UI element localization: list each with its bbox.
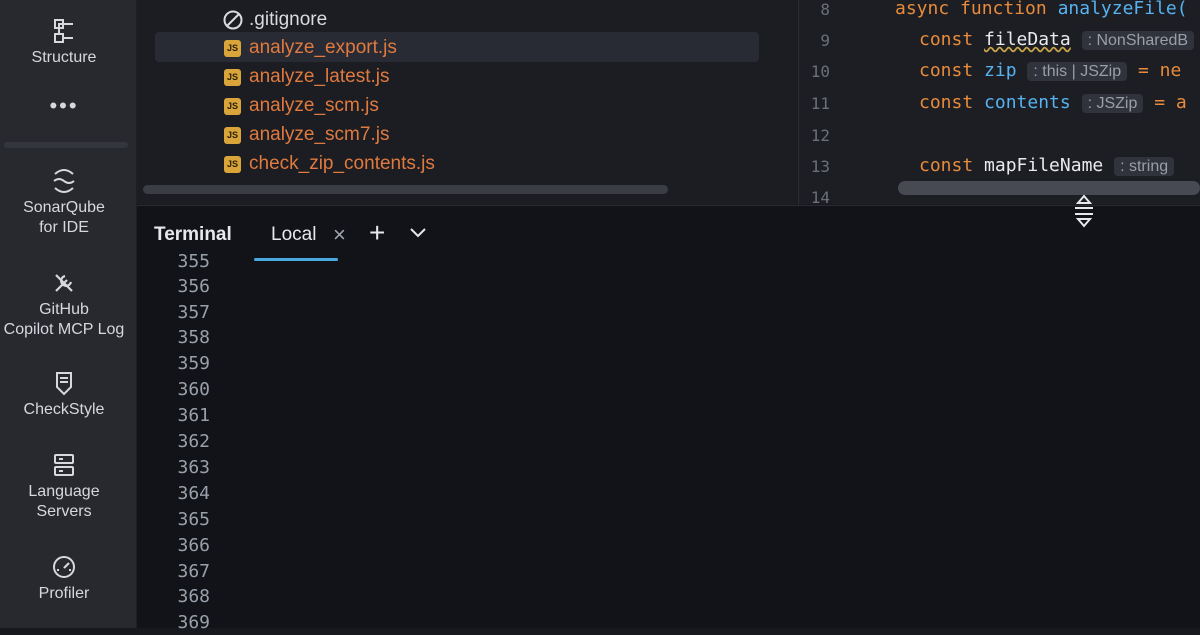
more-icon: ••• [49, 93, 79, 118]
sidebar-divider [4, 142, 128, 148]
code-variable: contents [984, 92, 1071, 113]
editor-line-number: 11 [810, 94, 830, 113]
terminal-line-number: 367 [177, 561, 210, 582]
file-analyze-export[interactable]: analyze_export.js [249, 36, 397, 60]
active-tab-indicator [254, 258, 338, 261]
editor-code-line[interactable]: const zip : this | JSZip = ne [919, 60, 1181, 83]
servers-icon [54, 454, 74, 476]
sonarqube-icon [53, 169, 75, 193]
js-file-icon: JS [224, 40, 241, 57]
checkstyle-icon [56, 372, 72, 396]
sidebar-item-label: SonarQube [23, 199, 105, 216]
editor-code-line[interactable]: async function analyzeFile( [895, 0, 1188, 20]
add-tab-icon[interactable]: + [369, 217, 385, 249]
sidebar-item-more[interactable]: ••• [0, 93, 128, 118]
sidebar-item-sonarqube[interactable]: SonarQube for IDE [0, 168, 128, 238]
sidebar-item-label: Servers [36, 503, 92, 520]
structure-icon [54, 19, 73, 43]
sidebar-item-checkstyle[interactable]: CheckStyle [0, 370, 128, 420]
editor-line-number: 9 [820, 31, 830, 50]
code-keyword: const [919, 60, 985, 81]
editor-scrollbar[interactable] [898, 181, 1200, 195]
close-tab-icon[interactable]: × [333, 222, 346, 248]
editor-code-line[interactable]: const contents : JSZip = a [919, 92, 1187, 115]
chevron-down-icon[interactable] [409, 227, 427, 239]
js-file-icon: JS [224, 69, 241, 86]
js-file-icon: JS [224, 127, 241, 144]
terminal-line-number: 356 [177, 276, 210, 297]
sidebar-item-structure[interactable]: Structure [0, 18, 128, 68]
code-rest: = a [1143, 92, 1187, 113]
terminal-line-number: 360 [177, 379, 210, 400]
code-variable: fileData [984, 29, 1071, 50]
sidebar-item-label: Profiler [38, 585, 90, 602]
terminal-line-number: 361 [177, 405, 210, 426]
sidebar-item-label: Copilot MCP Log [3, 321, 125, 338]
file-analyze-scm7[interactable]: analyze_scm7.js [249, 123, 389, 147]
code-function: analyzeFile( [1057, 0, 1188, 19]
terminal-line-number: 357 [177, 302, 210, 323]
code-variable: zip [984, 60, 1017, 81]
terminal-title: Terminal [154, 224, 232, 245]
code-keyword: async function [895, 0, 1058, 19]
terminal-line-number: 358 [177, 327, 210, 348]
editor-line-number: 10 [810, 62, 830, 81]
sidebar-item-label: CheckStyle [23, 401, 105, 418]
file-analyze-scm[interactable]: analyze_scm.js [249, 94, 379, 118]
file-gitignore[interactable]: .gitignore [249, 8, 327, 32]
sidebar-item-label: for IDE [39, 219, 89, 236]
code-rest: = ne [1127, 60, 1182, 81]
terminal-line-number: 364 [177, 483, 210, 504]
editor-code-line[interactable]: const mapFileName : string [919, 155, 1175, 178]
file-tree-scrollbar[interactable] [143, 185, 668, 194]
file-check-zip-contents[interactable]: check_zip_contents.js [249, 152, 435, 176]
sidebar-item-label: GitHub [39, 301, 89, 318]
tools-icon [55, 274, 73, 292]
code-keyword: const [919, 29, 985, 50]
resize-handle-icon[interactable] [1072, 193, 1096, 229]
editor-code-line[interactable]: const fileData : NonSharedB [919, 29, 1195, 52]
terminal-line-number: 365 [177, 509, 210, 530]
terminal-line-number: 355 [177, 251, 210, 272]
sidebar-item-copilot-mcp-log[interactable]: GitHub Copilot MCP Log [0, 270, 128, 340]
sidebar-item-label: Language [28, 483, 100, 500]
type-hint: : this | JSZip [1027, 62, 1128, 81]
sidebar-item-label: Structure [31, 49, 97, 66]
code-keyword: const [919, 92, 985, 113]
profiler-icon [53, 556, 75, 578]
selected-file-highlight [155, 32, 759, 62]
type-hint: : JSZip [1081, 94, 1144, 113]
sidebar-item-language-servers[interactable]: Language Servers [0, 452, 128, 522]
terminal-line-number: 369 [177, 612, 210, 633]
terminal-line-number: 359 [177, 353, 210, 374]
terminal-line-number: 368 [177, 586, 210, 607]
js-file-icon: JS [224, 98, 241, 115]
js-file-icon: JS [224, 156, 241, 173]
terminal-line-number: 366 [177, 535, 210, 556]
type-hint: : NonSharedB [1081, 31, 1195, 50]
terminal-line-number: 362 [177, 431, 210, 452]
code-keyword: const [919, 155, 985, 176]
gitignore-icon [223, 10, 243, 30]
editor-line-number: 13 [810, 157, 830, 176]
tool-window-sidebar: Structure ••• SonarQube for IDE GitHub C… [0, 0, 137, 628]
tab-local[interactable]: Local [271, 224, 316, 246]
terminal-line-number: 363 [177, 457, 210, 478]
editor-line-number: 12 [810, 126, 830, 145]
sidebar-item-profiler[interactable]: Profiler [0, 554, 128, 604]
file-analyze-latest[interactable]: analyze_latest.js [249, 65, 389, 89]
editor-line-number: 8 [820, 0, 830, 19]
code-variable: mapFileName [984, 155, 1104, 176]
terminal-panel [137, 205, 1200, 628]
type-hint: : string [1114, 157, 1175, 176]
